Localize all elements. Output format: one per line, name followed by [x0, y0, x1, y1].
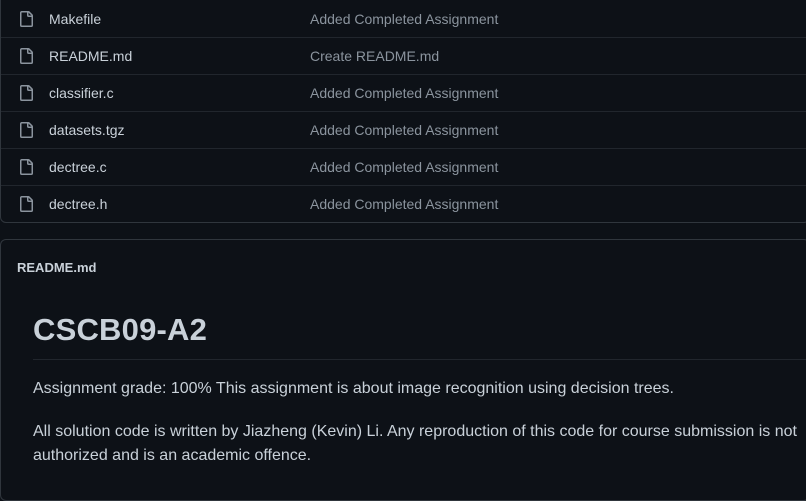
readme-title: CSCB09-A2 — [33, 312, 208, 347]
file-row-classifier[interactable]: classifier.c Added Completed Assignment — [1, 74, 806, 111]
file-icon — [20, 122, 33, 138]
file-name[interactable]: dectree.h — [49, 196, 107, 212]
readme-paragraph: All solution code is written by Jiazheng… — [33, 423, 797, 464]
file-icon — [20, 196, 33, 212]
file-name[interactable]: datasets.tgz — [49, 122, 125, 138]
file-icon — [20, 85, 33, 101]
file-name[interactable]: README.md — [49, 48, 132, 64]
file-row-readme[interactable]: README.md Create README.md — [1, 37, 806, 74]
file-icon — [20, 48, 33, 64]
file-row-dectree-h[interactable]: dectree.h Added Completed Assignment — [1, 185, 806, 222]
file-list: Makefile Added Completed Assignment READ… — [0, 0, 806, 223]
commit-message[interactable]: Create README.md — [310, 48, 439, 64]
commit-message[interactable]: Added Completed Assignment — [310, 11, 498, 27]
commit-message[interactable]: Added Completed Assignment — [310, 85, 498, 101]
file-row-dectree-c[interactable]: dectree.c Added Completed Assignment — [1, 148, 806, 185]
readme-paragraph: Assignment grade: 100% This assignment i… — [33, 380, 674, 397]
file-name[interactable]: dectree.c — [49, 159, 107, 175]
commit-message[interactable]: Added Completed Assignment — [310, 122, 498, 138]
readme-panel: README.md CSCB09-A2 Assignment grade: 10… — [0, 239, 806, 501]
readme-header[interactable]: README.md — [17, 260, 96, 275]
commit-message[interactable]: Added Completed Assignment — [310, 159, 498, 175]
file-name[interactable]: Makefile — [49, 11, 101, 27]
file-name[interactable]: classifier.c — [49, 85, 114, 101]
file-row-datasets[interactable]: datasets.tgz Added Completed Assignment — [1, 111, 806, 148]
file-row-makefile[interactable]: Makefile Added Completed Assignment — [1, 0, 806, 37]
commit-message[interactable]: Added Completed Assignment — [310, 196, 498, 212]
title-divider — [33, 359, 806, 360]
file-icon — [20, 10, 33, 27]
file-icon — [20, 159, 33, 175]
